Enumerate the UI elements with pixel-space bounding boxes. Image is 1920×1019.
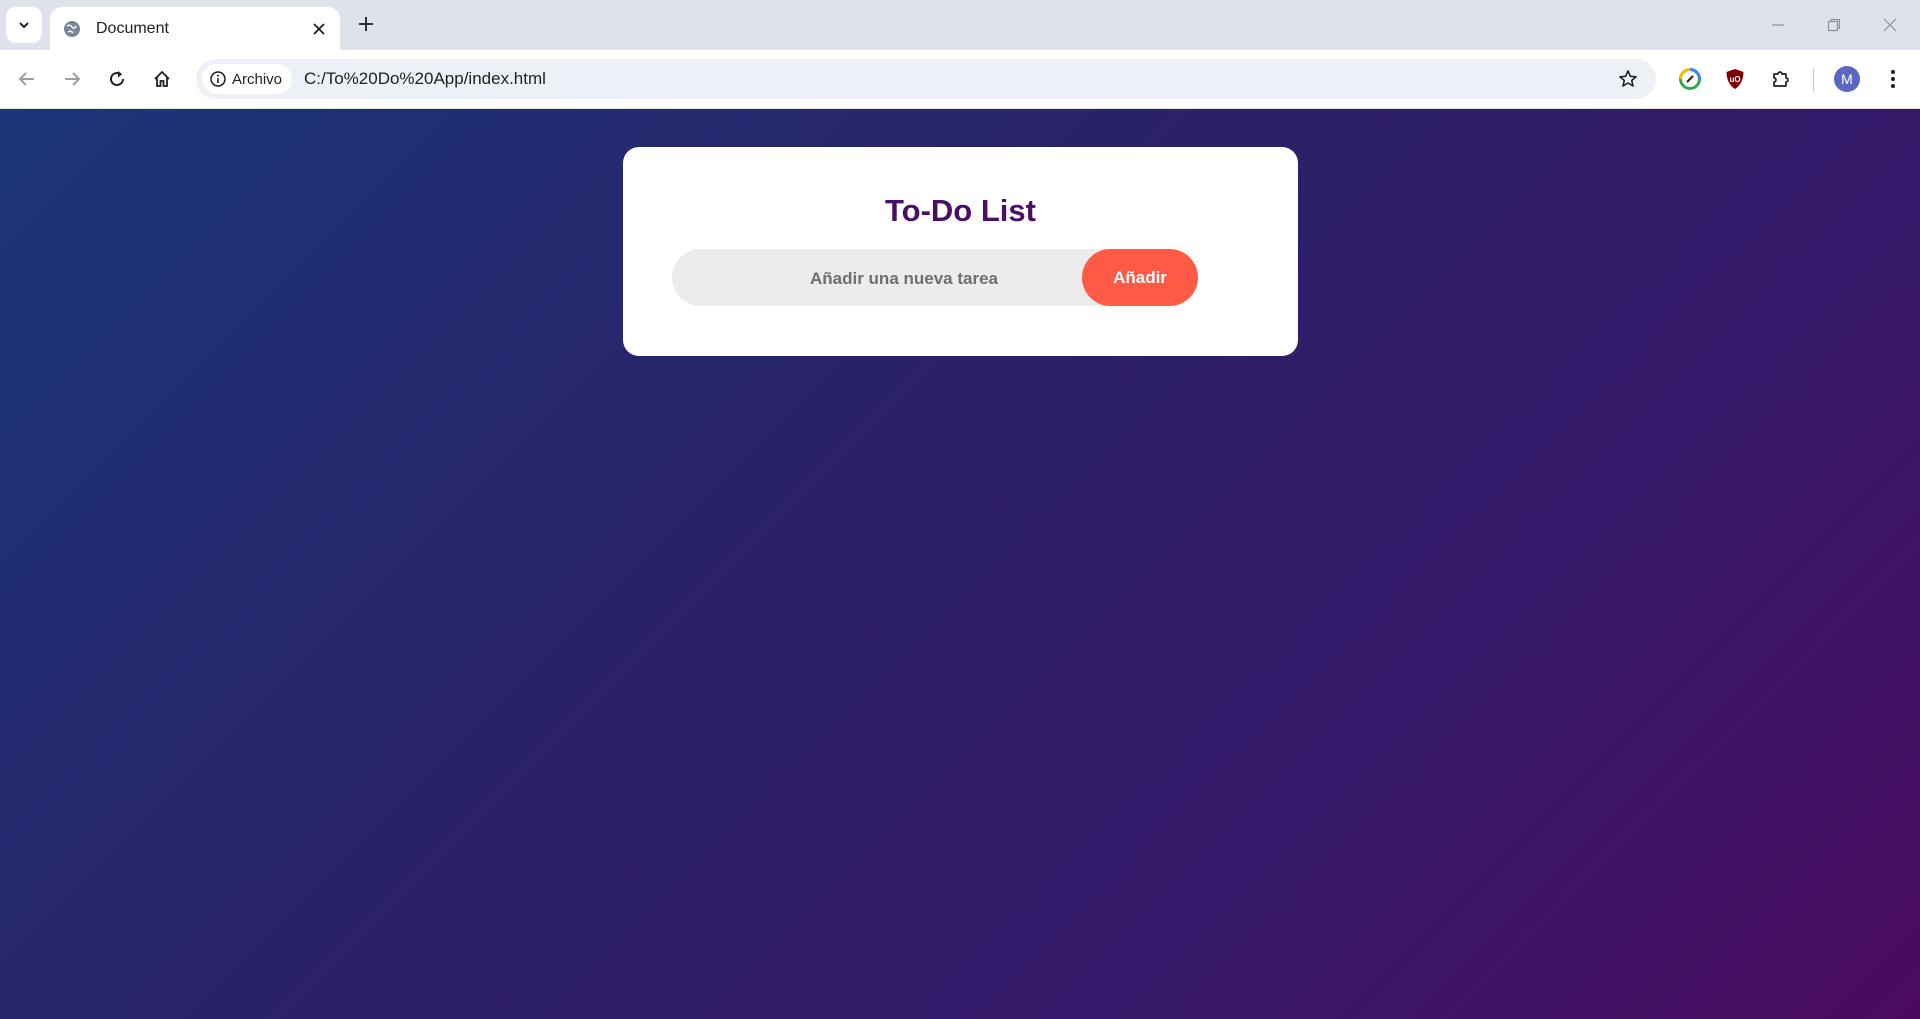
- new-tab-button[interactable]: [352, 10, 380, 38]
- close-icon: [313, 22, 325, 35]
- bookmark-button[interactable]: [1614, 65, 1642, 93]
- restore-button[interactable]: [1806, 0, 1862, 50]
- more-vert-icon: [1891, 70, 1895, 88]
- home-icon: [154, 70, 170, 87]
- close-icon: [1883, 18, 1897, 32]
- todo-input-row: Añadir: [672, 249, 1198, 308]
- site-info-chip[interactable]: Archivo: [202, 64, 293, 94]
- arrow-left-icon: [18, 72, 34, 86]
- task-input[interactable]: [672, 249, 1136, 308]
- tab-search-button[interactable]: [6, 7, 42, 43]
- extensions-menu-button[interactable]: [1765, 63, 1797, 95]
- reload-icon: [110, 71, 124, 86]
- address-bar[interactable]: Archivo C:/To%20Do%20App/index.html: [196, 59, 1656, 99]
- tab-strip: Document: [0, 0, 1920, 50]
- forward-button[interactable]: [54, 61, 90, 97]
- plus-icon: [359, 17, 373, 31]
- home-button[interactable]: [144, 61, 180, 97]
- chevron-down-icon: [19, 22, 29, 29]
- shield-icon: uO: [1726, 69, 1744, 89]
- add-task-button[interactable]: Añadir: [1082, 249, 1198, 306]
- tab-title: Document: [96, 19, 169, 37]
- reload-button[interactable]: [99, 61, 135, 97]
- puzzle-icon: [1773, 71, 1789, 87]
- browser-tab[interactable]: Document: [50, 7, 340, 50]
- gauge-icon: [1679, 68, 1701, 90]
- close-window-button[interactable]: [1862, 0, 1918, 50]
- site-chip-label: Archivo: [232, 70, 283, 88]
- minimize-button[interactable]: [1750, 0, 1806, 50]
- arrow-right-icon: [65, 72, 81, 86]
- extension-button-ublock[interactable]: uO: [1719, 63, 1751, 95]
- page-title: To-Do List: [885, 193, 1036, 228]
- page-viewport: To-Do List Añadir: [0, 109, 1920, 1019]
- globe-icon: [62, 19, 82, 39]
- profile-avatar[interactable]: M: [1834, 66, 1860, 92]
- toolbar-divider: [1813, 69, 1814, 91]
- browser-toolbar: Archivo C:/To%20Do%20App/index.html uO: [0, 50, 1920, 109]
- url-text[interactable]: C:/To%20Do%20App/index.html: [304, 59, 546, 99]
- close-tab-button[interactable]: [308, 18, 330, 40]
- extension-button-gauge[interactable]: [1674, 63, 1706, 95]
- svg-text:uO: uO: [1729, 75, 1740, 84]
- browser-menu-button[interactable]: [1877, 63, 1909, 95]
- restore-icon: [1827, 18, 1841, 32]
- back-button[interactable]: [9, 61, 45, 97]
- star-icon: [1619, 70, 1637, 87]
- todo-card: To-Do List Añadir: [623, 147, 1298, 356]
- info-icon: [210, 71, 226, 87]
- minimize-icon: [1772, 24, 1784, 26]
